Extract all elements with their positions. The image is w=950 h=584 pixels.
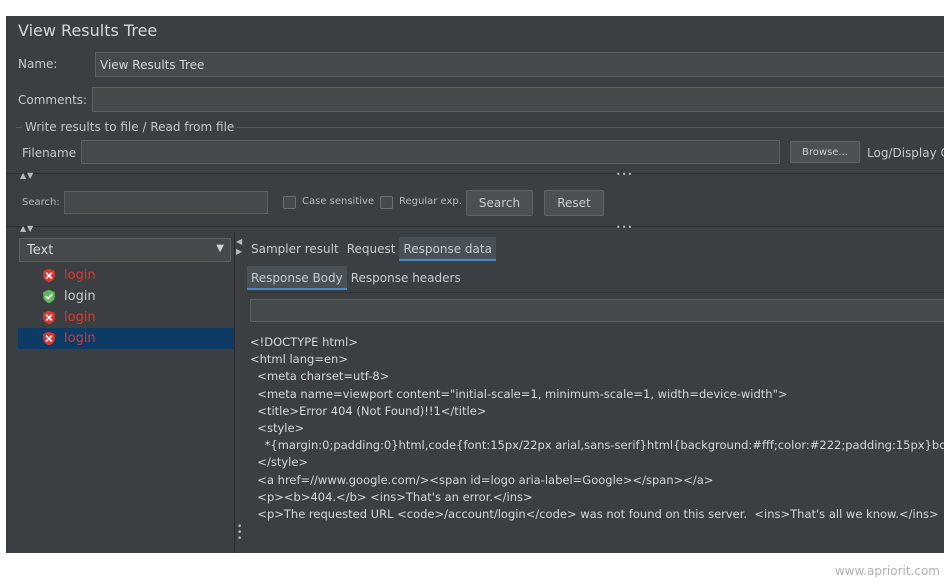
code-line: <!DOCTYPE html>: [250, 335, 358, 349]
code-line: <p>The requested URL <code>/account/logi…: [250, 507, 939, 522]
tab-response-headers[interactable]: Response headers: [347, 266, 465, 290]
tree-item[interactable]: login: [18, 265, 234, 286]
code-line: <meta name=viewport content="initial-sca…: [250, 386, 788, 401]
view-results-tree-panel: View Results Tree Name: View Results Tre…: [6, 16, 944, 553]
tree-item-selected[interactable]: login: [18, 328, 234, 349]
result-tabs: Sampler result Request Response data: [247, 237, 496, 261]
filename-label: Filename: [22, 146, 77, 160]
file-section-title: Write results to file / Read from file: [22, 120, 238, 134]
code-line: </style>: [250, 455, 309, 470]
regular-exp-checkbox[interactable]: [380, 196, 393, 209]
split-divider-top[interactable]: [6, 173, 944, 174]
tree-item-label: login: [64, 310, 96, 325]
name-field[interactable]: View Results Tree: [95, 52, 944, 77]
renderer-select[interactable]: Text ▼: [19, 238, 231, 262]
code-line: <html lang=en>: [250, 352, 348, 367]
error-shield-icon: [43, 331, 55, 346]
code-line: *{margin:0;padding:0}html,code{font:15px…: [250, 438, 944, 453]
tree-item[interactable]: login: [18, 307, 234, 328]
tab-response-body[interactable]: Response Body: [247, 266, 347, 290]
subtab-divider: [247, 292, 944, 293]
chevron-down-icon: ▼: [216, 243, 224, 254]
watermark: www.apriorit.com: [834, 564, 940, 578]
code-line: <p><b>404.</b> <ins>That's an error.</in…: [250, 489, 533, 504]
tab-response-data[interactable]: Response data: [399, 237, 496, 261]
case-sensitive-label: Case sensitive: [302, 196, 375, 207]
filename-input[interactable]: [81, 140, 780, 164]
code-line: <style>: [250, 421, 305, 436]
vertical-splitter[interactable]: [234, 232, 235, 553]
tab-sampler-result[interactable]: Sampler result: [247, 237, 343, 261]
split-divider-middle[interactable]: [6, 226, 944, 227]
tab-request[interactable]: Request: [343, 237, 400, 261]
drag-handle-icon-2[interactable]: •••: [616, 223, 633, 232]
tree-item[interactable]: login: [18, 286, 234, 307]
comments-label: Comments:: [18, 93, 88, 107]
splitter-arrows-icon[interactable]: ◀ ▶: [236, 237, 243, 257]
response-subtabs: Response Body Response headers: [247, 266, 465, 290]
name-value: View Results Tree: [100, 58, 205, 72]
reset-button[interactable]: Reset: [544, 190, 604, 216]
error-shield-icon: [43, 268, 55, 283]
splitter-grip-icon[interactable]: • • •: [237, 523, 243, 544]
comments-field[interactable]: [92, 87, 944, 112]
collapse-arrows-icon-2[interactable]: ▲▼: [20, 224, 34, 233]
success-shield-icon: [43, 289, 55, 304]
search-button[interactable]: Search: [466, 190, 533, 216]
window-title: View Results Tree: [18, 21, 158, 40]
code-line: <meta charset=utf-8>: [250, 369, 390, 384]
case-sensitive-checkbox[interactable]: [283, 196, 296, 209]
log-display-label: Log/Display O: [867, 146, 944, 160]
results-tree[interactable]: login login login login: [18, 265, 234, 349]
drag-handle-icon[interactable]: •••: [616, 170, 633, 179]
tree-item-label: login: [64, 331, 96, 346]
code-line: <a href=//www.google.com/><span id=logo …: [250, 472, 714, 487]
renderer-selected-value: Text: [27, 243, 54, 258]
name-label: Name:: [18, 57, 58, 71]
browse-button[interactable]: Browse...: [790, 141, 860, 163]
error-shield-icon: [43, 310, 55, 325]
collapse-arrows-icon[interactable]: ▲▼: [20, 171, 34, 180]
code-line: <title>Error 404 (Not Found)!!1</title>: [250, 403, 487, 418]
response-body-text[interactable]: <!DOCTYPE html> <html lang=en> <meta cha…: [250, 334, 944, 553]
response-filter-input[interactable]: [250, 299, 944, 322]
search-label: Search:: [22, 197, 60, 208]
regular-exp-label: Regular exp.: [399, 196, 462, 207]
tree-item-label: login: [64, 289, 96, 304]
search-input[interactable]: [64, 191, 268, 214]
tree-item-label: login: [64, 268, 96, 283]
